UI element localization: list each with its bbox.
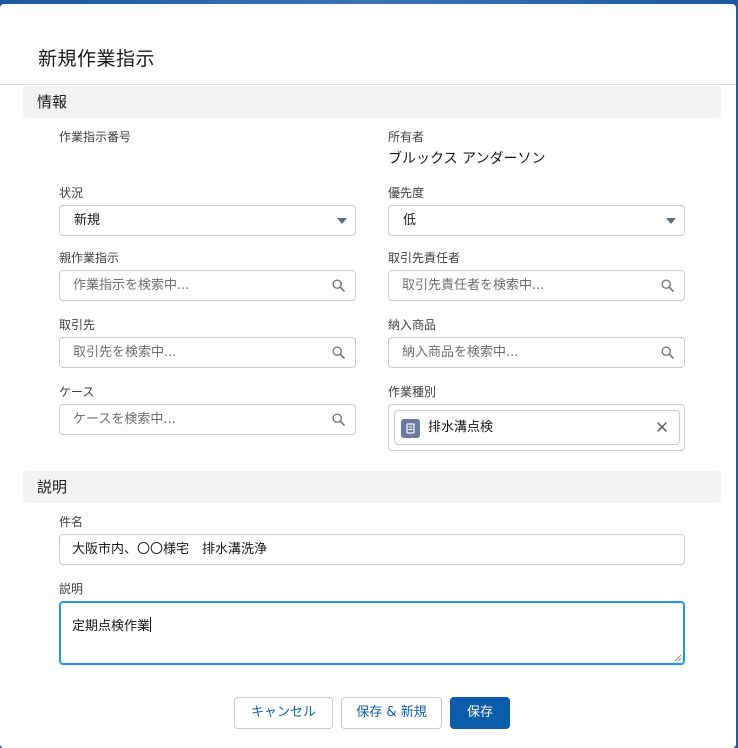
case-placeholder: ケースを検索中...	[73, 412, 176, 427]
work-type-icon	[401, 419, 420, 438]
section-header-description[interactable]: 説明	[23, 471, 721, 503]
account-lookup[interactable]: 取引先を検索中...	[59, 337, 356, 368]
case-lookup[interactable]: ケースを検索中...	[59, 404, 356, 435]
case-label: ケース	[59, 385, 95, 399]
contact-lookup[interactable]: 取引先責任者を検索中...	[388, 270, 685, 301]
save-button[interactable]: 保存	[450, 697, 510, 729]
search-icon	[661, 279, 674, 292]
parent-work-order-placeholder: 作業指示を検索中...	[73, 278, 190, 293]
status-select[interactable]: 新規	[59, 205, 356, 236]
search-icon	[332, 279, 345, 292]
priority-select[interactable]: 低	[388, 205, 685, 236]
priority-value: 低	[403, 213, 417, 228]
asset-label: 納入商品	[388, 318, 437, 332]
description-label: 説明	[59, 582, 84, 596]
subject-value: 大阪市内、〇〇様宅 排水溝洗浄	[72, 542, 268, 557]
priority-label: 優先度	[388, 186, 425, 200]
search-icon	[661, 346, 674, 359]
owner-label: 所有者	[388, 130, 425, 144]
header-divider	[0, 84, 736, 85]
subject-input[interactable]: 大阪市内、〇〇様宅 排水溝洗浄	[59, 534, 685, 565]
contact-label: 取引先責任者	[388, 251, 461, 265]
contact-placeholder: 取引先責任者を検索中...	[402, 278, 545, 293]
chevron-down-icon	[337, 218, 347, 224]
chevron-down-icon	[666, 218, 676, 224]
status-value: 新規	[74, 213, 101, 228]
asset-placeholder: 納入商品を検索中...	[402, 345, 519, 360]
close-icon[interactable]	[655, 420, 669, 434]
owner-value: ブルックス アンダーソン	[388, 151, 546, 167]
description-value: 定期点検作業	[72, 619, 151, 634]
work-type-value: 排水溝点検	[428, 420, 494, 435]
parent-work-order-label: 親作業指示	[59, 251, 120, 265]
description-textarea[interactable]: 定期点検作業	[59, 601, 685, 665]
cancel-button[interactable]: キャンセル	[234, 697, 333, 729]
account-placeholder: 取引先を検索中...	[73, 345, 177, 360]
asset-lookup[interactable]: 納入商品を検索中...	[388, 337, 685, 368]
status-label: 状況	[59, 186, 84, 200]
work-type-lookup[interactable]: 排水溝点検	[388, 404, 685, 451]
work-type-pill[interactable]: 排水溝点検	[394, 410, 680, 445]
search-icon	[332, 413, 345, 426]
search-icon	[332, 346, 345, 359]
text-cursor	[150, 617, 152, 632]
account-label: 取引先	[59, 318, 96, 332]
new-work-order-modal: 新規作業指示 情報 作業指示番号 所有者 ブルックス アンダーソン 状況 新規 …	[0, 4, 736, 748]
subject-label: 件名	[59, 515, 84, 529]
work-order-number-label: 作業指示番号	[59, 130, 132, 144]
resize-grip-icon[interactable]	[674, 654, 682, 662]
modal-title: 新規作業指示	[38, 48, 156, 70]
section-header-info[interactable]: 情報	[23, 86, 721, 118]
parent-work-order-lookup[interactable]: 作業指示を検索中...	[59, 270, 356, 301]
save-and-new-button[interactable]: 保存 & 新規	[341, 697, 442, 729]
work-type-label: 作業種別	[388, 385, 437, 399]
